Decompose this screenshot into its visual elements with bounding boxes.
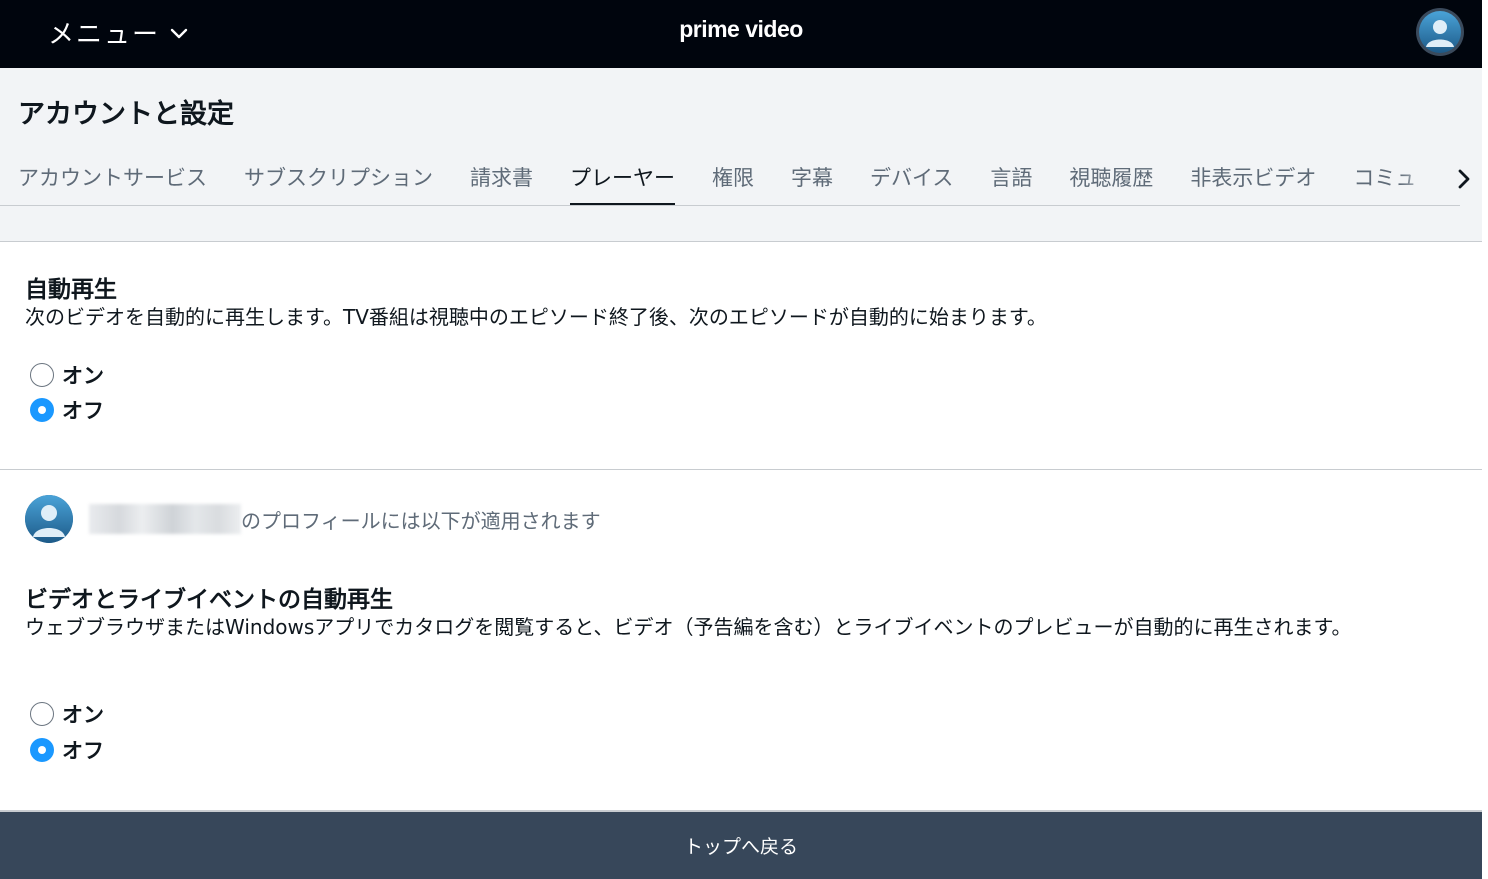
user-avatar-icon[interactable] <box>1416 8 1464 56</box>
section-divider <box>0 469 1482 470</box>
tab-subscriptions[interactable]: サブスクリプション <box>244 158 433 205</box>
profile-avatar-icon <box>25 495 73 543</box>
autoplay-on-radio[interactable] <box>30 363 54 387</box>
settings-header: アカウントと設定 アカウントサービス サブスクリプション 請求書 プレーヤー 権… <box>0 68 1482 242</box>
tabs-divider <box>0 205 1460 206</box>
tab-player[interactable]: プレーヤー <box>570 158 675 205</box>
preview-autoplay-off-label: オフ <box>62 739 104 763</box>
autoplay-title: 自動再生 <box>25 277 117 303</box>
autoplay-on-label: オン <box>62 364 104 388</box>
profile-notice: のプロフィールには以下が適用されます <box>25 494 601 544</box>
preview-autoplay-off-option[interactable]: オフ <box>30 735 104 765</box>
preview-autoplay-on-option[interactable]: オン <box>30 699 104 729</box>
tabs-fade <box>1400 156 1460 202</box>
preview-autoplay-on-label: オン <box>62 703 104 727</box>
tab-invoices[interactable]: 請求書 <box>470 158 533 205</box>
tab-account-services[interactable]: アカウントサービス <box>18 158 207 205</box>
preview-autoplay-description: ウェブブラウザまたはWindowsアプリでカタログを閲覧すると、ビデオ（予告編を… <box>25 615 1352 639</box>
page-edge <box>1482 0 1488 879</box>
autoplay-off-label: オフ <box>62 399 104 423</box>
page-title: アカウントと設定 <box>18 99 234 130</box>
preview-autoplay-on-radio[interactable] <box>30 702 54 726</box>
profile-notice-text: のプロフィールには以下が適用されます <box>241 508 601 533</box>
autoplay-on-option[interactable]: オン <box>30 360 104 390</box>
tab-watch-history[interactable]: 視聴履歴 <box>1069 158 1153 205</box>
autoplay-description: 次のビデオを自動的に再生します。TV番組は視聴中のエピソード終了後、次のエピソー… <box>25 305 1047 329</box>
prime-video-logo[interactable]: prime video <box>0 16 1482 43</box>
tab-subtitles[interactable]: 字幕 <box>791 158 833 205</box>
autoplay-off-option[interactable]: オフ <box>30 395 104 425</box>
tab-permissions[interactable]: 権限 <box>712 158 754 205</box>
tab-hidden-videos[interactable]: 非表示ビデオ <box>1190 158 1316 205</box>
tab-devices[interactable]: デバイス <box>870 158 953 205</box>
preview-autoplay-off-radio[interactable] <box>30 738 54 762</box>
chevron-right-icon[interactable] <box>1452 166 1476 192</box>
autoplay-off-radio[interactable] <box>30 398 54 422</box>
settings-tabs: アカウントサービス サブスクリプション 請求書 プレーヤー 権限 字幕 デバイス… <box>18 158 1458 206</box>
back-to-top-button[interactable]: トップへ戻る <box>0 810 1482 879</box>
tab-language[interactable]: 言語 <box>990 158 1032 205</box>
top-nav-bar: メニュー prime video <box>0 0 1482 68</box>
preview-autoplay-title: ビデオとライブイベントの自動再生 <box>25 587 393 613</box>
profile-name-blurred <box>89 504 241 534</box>
